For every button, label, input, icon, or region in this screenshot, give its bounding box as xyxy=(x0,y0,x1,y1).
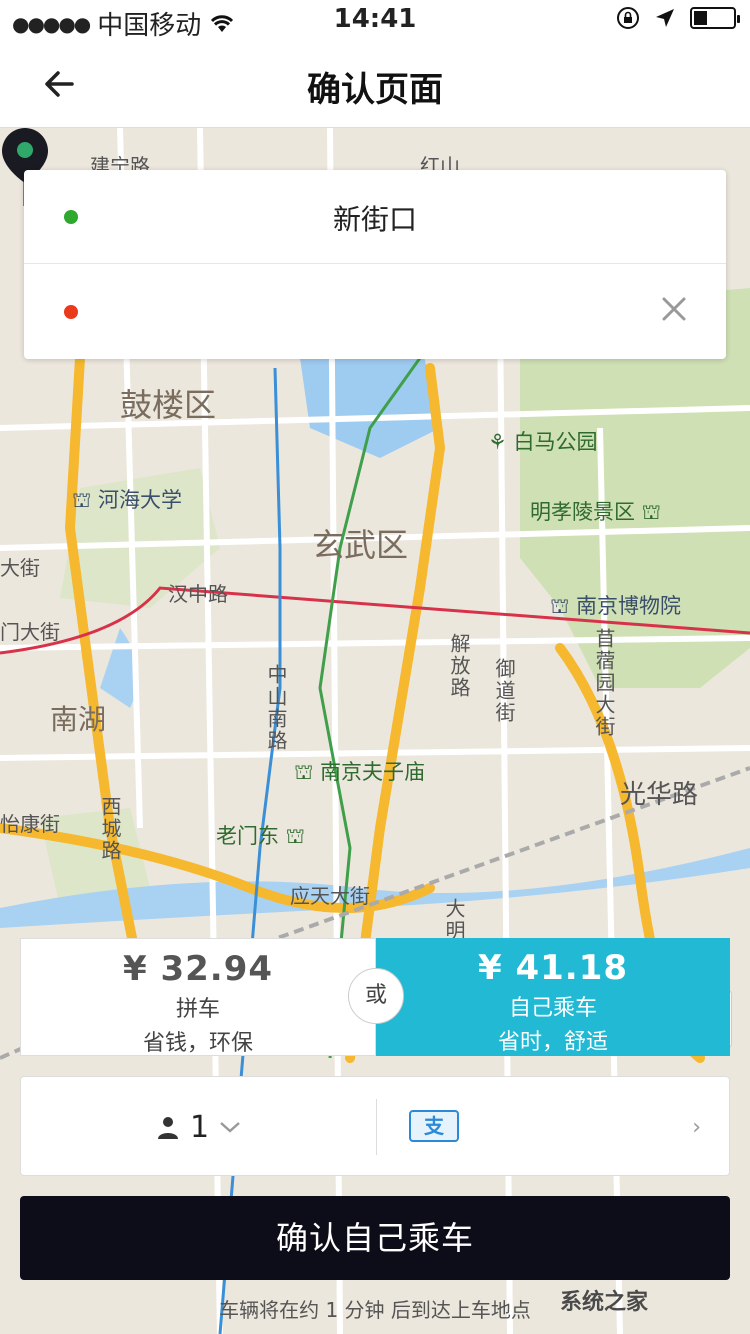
route-card: 新街口 xyxy=(24,170,726,359)
pool-desc: 省钱，环保 xyxy=(142,1031,253,1056)
person-icon xyxy=(157,1117,178,1139)
district-label: 玄武区 xyxy=(312,526,409,564)
poi-label: ⛫ 南京夫子庙 xyxy=(294,760,425,784)
pickup-location: 新街口 xyxy=(332,203,417,236)
road-label: 门大街 xyxy=(0,620,60,644)
road-label: 西城路 xyxy=(98,796,122,862)
road-label: 解放路 xyxy=(447,633,471,699)
passenger-count: 1 xyxy=(189,1109,210,1145)
or-badge: 或 xyxy=(348,968,404,1024)
solo-option[interactable]: ¥ 41.18 自己乘车 省时，舒适 xyxy=(376,938,730,1056)
solo-price: ¥ 41.18 xyxy=(477,948,629,988)
pool-option[interactable]: ¥ 32.94 拼车 省钱，环保 xyxy=(20,938,376,1056)
pool-name: 拼车 xyxy=(175,997,220,1022)
road-label: 怡康街 xyxy=(0,812,60,836)
status-bar: ●●●●● 中国移动 14:41 xyxy=(0,0,750,41)
road-label: 应天大街 xyxy=(290,884,370,908)
price-options: ¥ 32.94 拼车 省钱，环保 ¥ 41.18 自己乘车 省时，舒适 或 xyxy=(20,938,730,1056)
close-icon[interactable] xyxy=(656,291,692,327)
passenger-selector[interactable]: 1 xyxy=(21,1077,376,1177)
road-label: 苜蓿园大街 xyxy=(592,628,616,738)
payment-selector[interactable]: 支 › xyxy=(377,1077,731,1177)
watermark: 系统之家 xyxy=(560,1290,649,1315)
destination-row[interactable] xyxy=(24,265,726,359)
page-title: 确认页面 xyxy=(307,70,443,110)
battery-icon xyxy=(690,7,740,29)
road-label: 汉中路 xyxy=(168,582,228,606)
district-label: 鼓楼区 xyxy=(120,386,217,424)
chevron-down-icon xyxy=(220,1122,240,1133)
ride-options-row: 1 支 › xyxy=(20,1076,730,1176)
chevron-right-icon: › xyxy=(692,1115,701,1140)
status-right xyxy=(616,6,740,30)
road-label: 大明 xyxy=(442,898,466,942)
location-arrow-icon xyxy=(656,9,674,27)
road-label: 中山南路 xyxy=(264,664,288,752)
solo-name: 自己乘车 xyxy=(508,996,597,1021)
poi-label: 老门东 ⛫ xyxy=(216,824,305,848)
payment-account xyxy=(507,1111,627,1141)
alipay-icon: 支 xyxy=(409,1110,459,1142)
pool-price: ¥ 32.94 xyxy=(122,949,274,989)
nav-bar: 确认页面 xyxy=(0,40,750,128)
road-label: 御道街 xyxy=(492,658,516,724)
pickup-row[interactable]: 新街口 xyxy=(24,170,726,264)
poi-label: ⛫ 河海大学 xyxy=(72,488,182,512)
road-label: 大街 xyxy=(0,556,40,580)
confirm-button[interactable]: 确认自己乘车 xyxy=(20,1196,730,1280)
district-label: 南湖 xyxy=(50,703,107,736)
rotation-lock-icon xyxy=(617,7,639,29)
poi-label: 明孝陵景区 ⛫ xyxy=(530,500,661,524)
destination-dot-icon xyxy=(64,305,78,319)
road-label: 光华路 xyxy=(620,780,699,810)
poi-label: ⛫ 南京博物院 xyxy=(550,594,681,618)
solo-desc: 省时，舒适 xyxy=(497,1030,608,1055)
poi-label: ⚘ 白马公园 xyxy=(488,430,598,454)
